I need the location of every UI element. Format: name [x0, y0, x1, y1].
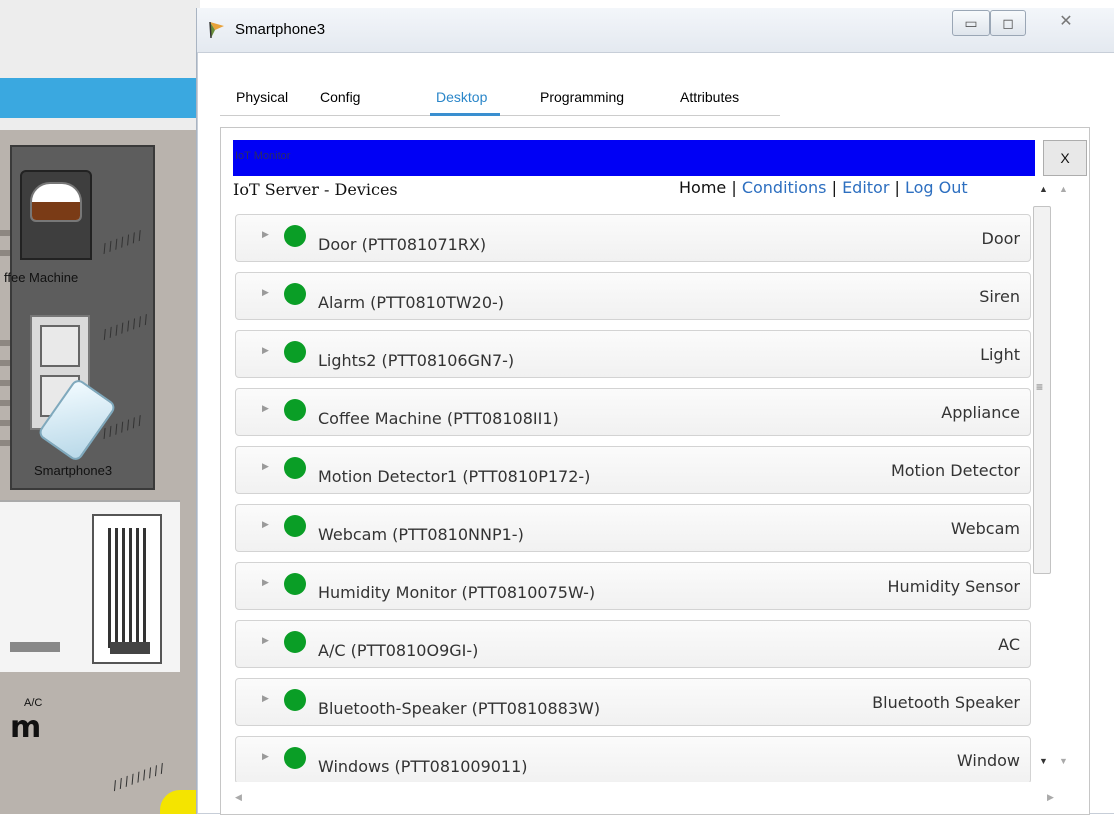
device-name: Coffee Machine (PTT08108II1)	[318, 409, 559, 428]
device-name: Lights2 (PTT08106GN7-)	[318, 351, 515, 370]
tab-physical[interactable]: Physical	[236, 89, 288, 105]
smartphone-label: Smartphone3	[34, 463, 113, 478]
device-row-alarm[interactable]: ▶ Alarm (PTT0810TW20-) Siren	[235, 272, 1031, 320]
scroll-right-arrow-icon[interactable]: ▶	[1047, 792, 1054, 803]
device-row-lights[interactable]: ▶ Lights2 (PTT08106GN7-) Light	[235, 330, 1031, 378]
device-type: Bluetooth Speaker	[872, 693, 1020, 712]
device-name: A/C (PTT0810O9GI-)	[318, 641, 479, 660]
ac-label: A/C	[24, 697, 43, 709]
device-window: Smartphone3 ▭ ◻ ✕ Physical Config Deskto…	[196, 8, 1114, 815]
device-row-coffee-machine[interactable]: ▶ Coffee Machine (PTT08108II1) Appliance	[235, 388, 1031, 436]
scroll-down-arrow-icon[interactable]: ▼	[1039, 756, 1048, 766]
expand-arrow-icon[interactable]: ▶	[262, 635, 269, 646]
expand-arrow-icon[interactable]: ▶	[262, 229, 269, 240]
packet-tracer-icon	[209, 21, 224, 39]
device-row-webcam[interactable]: ▶ Webcam (PTT0810NNP1-) Webcam	[235, 504, 1031, 552]
iot-monitor-titlebar: IoT Monitor	[233, 140, 1035, 176]
device-name: Motion Detector1 (PTT0810P172-)	[318, 467, 591, 486]
ac-unit-icon[interactable]	[0, 500, 180, 672]
scroll-up-arrow-icon[interactable]: ▲	[1039, 184, 1048, 194]
window-titlebar[interactable]: Smartphone3 ▭ ◻ ✕	[197, 8, 1114, 52]
nav-separator: |	[889, 178, 905, 197]
status-dot-icon	[284, 341, 306, 363]
device-row-bluetooth-speaker[interactable]: ▶ Bluetooth-Speaker (PTT0810883W) Blueto…	[235, 678, 1031, 726]
iot-monitor-title: IoT Monitor	[235, 150, 291, 162]
device-row-door[interactable]: ▶ Door (PTT081071RX) Door	[235, 214, 1031, 262]
status-dot-icon	[284, 573, 306, 595]
maximize-button[interactable]: ◻	[990, 10, 1026, 36]
window-content: Physical Config Desktop Programming Attr…	[197, 52, 1114, 815]
expand-arrow-icon[interactable]: ▶	[262, 461, 269, 472]
status-dot-icon	[284, 515, 306, 537]
iot-close-button[interactable]: X	[1043, 140, 1087, 176]
nav-logout-link[interactable]: Log Out	[905, 178, 968, 197]
scroll-left-arrow-icon[interactable]: ◀	[235, 792, 242, 803]
iot-nav: Home | Conditions | Editor | Log Out	[679, 178, 968, 197]
workspace-toolbar	[0, 78, 200, 118]
tab-attributes[interactable]: Attributes	[680, 89, 739, 105]
device-list: ▶ Door (PTT081071RX) Door ▶ Alarm (PTT08…	[235, 214, 1031, 782]
scroll-grip-icon: ≡	[1036, 380, 1044, 394]
device-type: Window	[956, 751, 1020, 770]
status-dot-icon	[284, 457, 306, 479]
status-dot-icon	[284, 225, 306, 247]
device-name: Alarm (PTT0810TW20-)	[318, 293, 505, 312]
device-type: Siren	[979, 287, 1020, 306]
device-row-ac[interactable]: ▶ A/C (PTT0810O9GI-) AC	[235, 620, 1031, 668]
device-type: Humidity Sensor	[887, 577, 1020, 596]
outer-scroll-down-arrow-icon[interactable]: ▼	[1059, 756, 1068, 766]
device-type: Door	[981, 229, 1020, 248]
page-title: IoT Server - Devices	[233, 180, 398, 199]
expand-arrow-icon[interactable]: ▶	[262, 693, 269, 704]
window-title: Smartphone3	[235, 21, 326, 38]
expand-arrow-icon[interactable]: ▶	[262, 577, 269, 588]
device-name: Webcam (PTT0810NNP1-)	[318, 525, 524, 544]
active-tab-indicator	[430, 113, 500, 116]
device-name: Windows (PTT081009011)	[318, 757, 528, 776]
status-dot-icon	[284, 747, 306, 769]
minimize-button[interactable]: ▭	[952, 10, 990, 36]
device-name: Humidity Monitor (PTT0810075W-)	[318, 583, 596, 602]
status-dot-icon	[284, 283, 306, 305]
device-type: Appliance	[941, 403, 1020, 422]
device-type: Motion Detector	[890, 461, 1020, 480]
workspace-canvas: /////// //////// /////// ///////// ffee …	[0, 0, 200, 814]
device-type: AC	[998, 635, 1020, 654]
nav-separator: |	[826, 178, 843, 197]
status-dot-icon	[284, 631, 306, 653]
close-button[interactable]: ✕	[1039, 10, 1093, 36]
expand-arrow-icon[interactable]: ▶	[262, 345, 269, 356]
tab-desktop[interactable]: Desktop	[436, 89, 487, 105]
device-row-humidity-monitor[interactable]: ▶ Humidity Monitor (PTT0810075W-) Humidi…	[235, 562, 1031, 610]
expand-arrow-icon[interactable]: ▶	[262, 519, 269, 530]
desktop-panel: IoT Monitor X IoT Server - Devices Home …	[220, 127, 1090, 815]
device-type: Webcam	[950, 519, 1020, 538]
coffee-machine-icon[interactable]	[20, 170, 92, 260]
expand-arrow-icon[interactable]: ▶	[262, 287, 269, 298]
ac-glyph-icon: m	[10, 710, 42, 745]
device-row-motion-detector[interactable]: ▶ Motion Detector1 (PTT0810P172-) Motion…	[235, 446, 1031, 494]
device-name: Door (PTT081071RX)	[318, 235, 487, 254]
device-row-windows[interactable]: ▶ Windows (PTT081009011) Window	[235, 736, 1031, 782]
coffee-machine-label: ffee Machine	[4, 270, 79, 285]
nav-conditions-link[interactable]: Conditions	[742, 178, 827, 197]
status-dot-icon	[284, 689, 306, 711]
device-name: Bluetooth-Speaker (PTT0810883W)	[318, 699, 601, 718]
tab-programming[interactable]: Programming	[540, 89, 624, 105]
expand-arrow-icon[interactable]: ▶	[262, 751, 269, 762]
tab-bar: Physical Config Desktop Programming Attr…	[220, 75, 780, 116]
device-type: Light	[980, 345, 1020, 364]
nav-home-link[interactable]: Home	[679, 178, 726, 197]
outer-scroll-up-arrow-icon[interactable]: ▲	[1059, 184, 1068, 194]
tab-config[interactable]: Config	[320, 89, 360, 105]
nav-separator: |	[726, 178, 742, 197]
status-dot-icon	[284, 399, 306, 421]
nav-editor-link[interactable]: Editor	[842, 178, 889, 197]
expand-arrow-icon[interactable]: ▶	[262, 403, 269, 414]
